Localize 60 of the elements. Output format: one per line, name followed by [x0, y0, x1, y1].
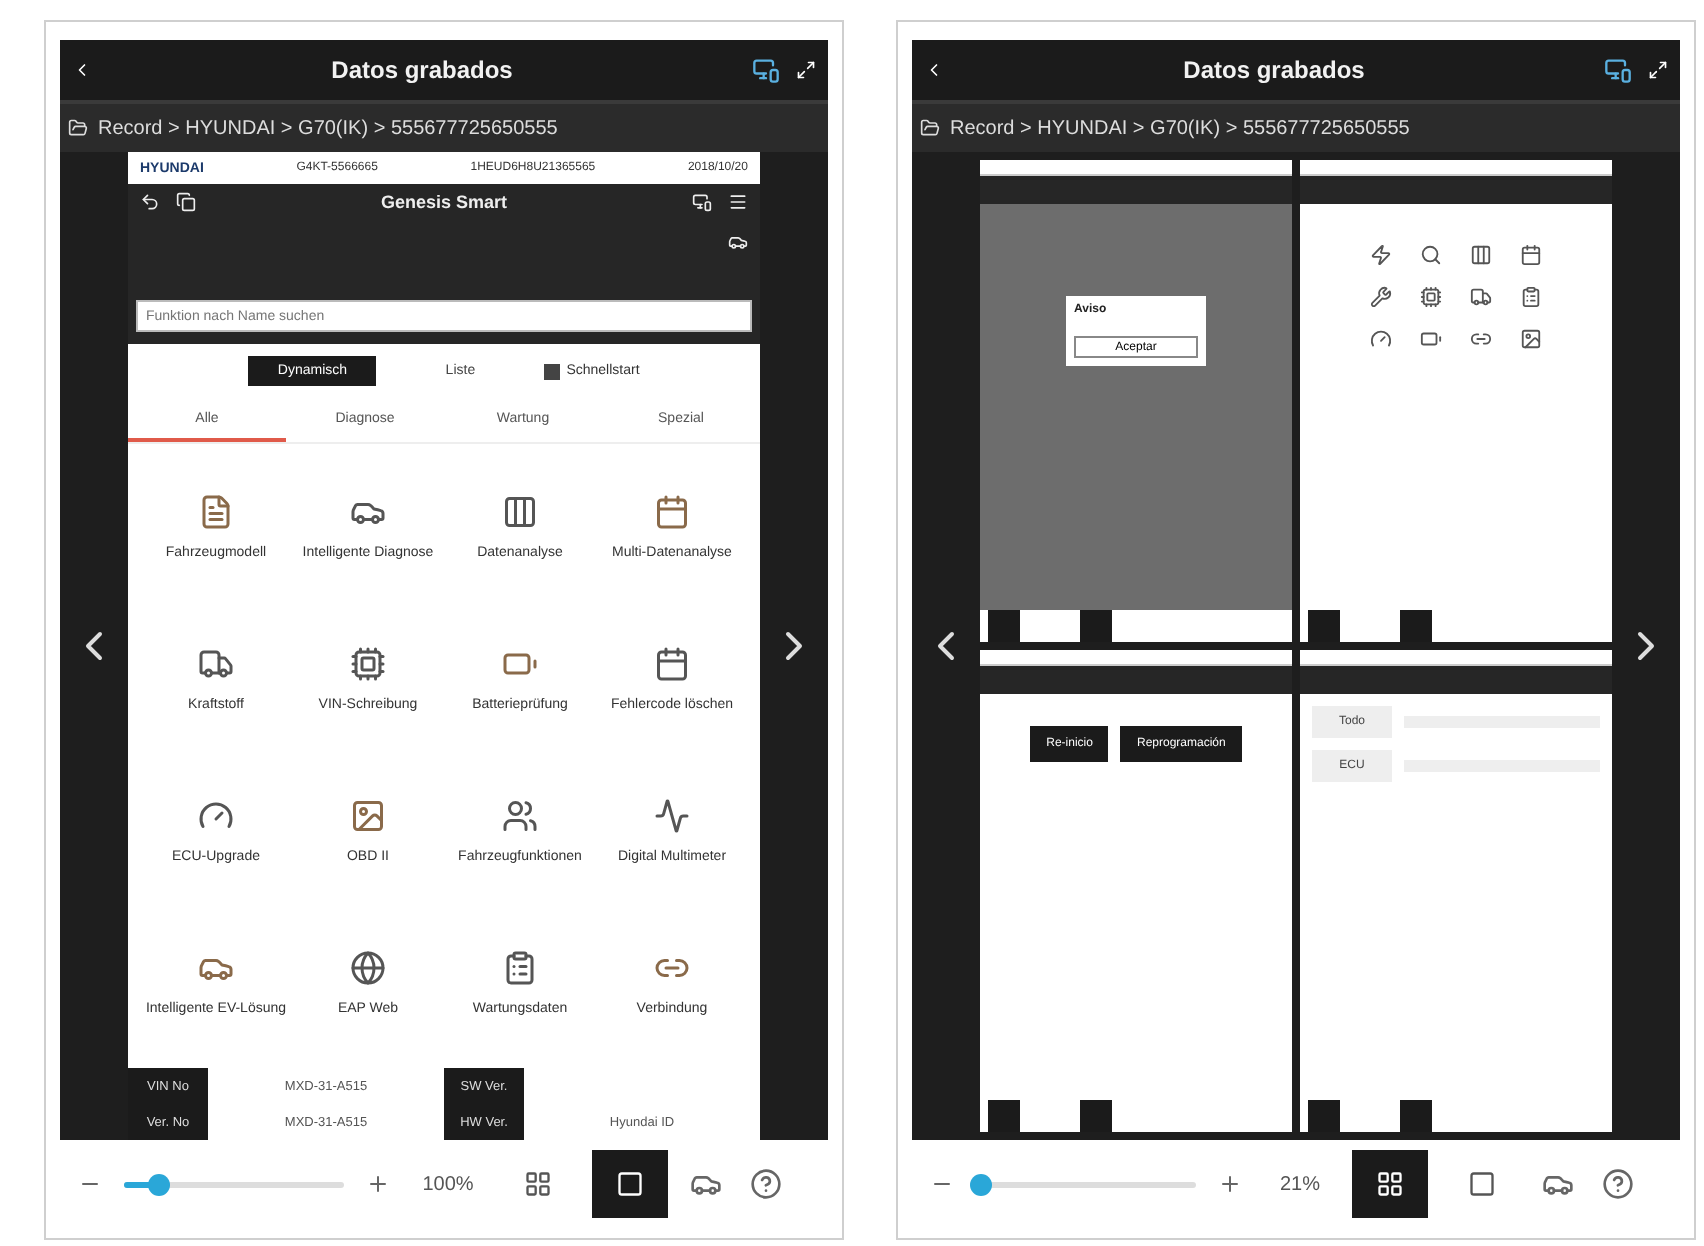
- app-title: Genesis Smart: [378, 192, 510, 212]
- function-icon: [654, 493, 690, 530]
- plus-icon: [1218, 1172, 1242, 1196]
- help-icon: [750, 1168, 782, 1200]
- function-icon[interactable]: [1470, 328, 1492, 350]
- help-icon: [1602, 1168, 1634, 1200]
- square-icon: [1468, 1170, 1496, 1198]
- info-label: [1308, 1100, 1340, 1132]
- function-icon: [350, 949, 386, 986]
- copy-icon[interactable]: [176, 192, 196, 212]
- function-icon[interactable]: [1520, 328, 1542, 350]
- info-label: [1080, 1100, 1112, 1132]
- function-icon: [654, 645, 690, 682]
- function-icon: [198, 797, 234, 834]
- info-label: [1308, 610, 1340, 642]
- function-icon[interactable]: [1370, 286, 1392, 308]
- function-icon: [502, 949, 538, 986]
- window-title: Datos grabados: [329, 56, 515, 84]
- info-label: [1400, 610, 1432, 642]
- breadcrumb-path: Record > HYUNDAI > G70(IK) > 555677725650555: [950, 117, 1410, 139]
- screen-icon[interactable]: [752, 56, 780, 84]
- grid-icon: [1376, 1170, 1404, 1198]
- car-icon[interactable]: [728, 232, 748, 252]
- function-icon: [198, 645, 234, 682]
- function-icon[interactable]: [1420, 286, 1442, 308]
- expand-icon[interactable]: [1648, 60, 1668, 80]
- window-title: Datos grabados: [1181, 56, 1367, 84]
- function-icon: [350, 645, 386, 682]
- function-icon: [502, 493, 538, 530]
- function-icon: [350, 797, 386, 834]
- grid-view-button[interactable]: [1352, 1150, 1428, 1218]
- menu-icon[interactable]: [728, 192, 748, 212]
- function-icon[interactable]: [1370, 328, 1392, 350]
- info-label: [988, 1100, 1020, 1132]
- folder-icon: [68, 118, 88, 138]
- square-icon: [616, 1170, 644, 1198]
- function-icon[interactable]: [1420, 328, 1442, 350]
- function-icon[interactable]: [1420, 244, 1442, 266]
- function-icon[interactable]: [1470, 244, 1492, 266]
- info-label: [1400, 1100, 1432, 1132]
- function-icon[interactable]: [1520, 286, 1542, 308]
- expand-icon[interactable]: [796, 60, 816, 80]
- function-icon: [654, 797, 690, 834]
- breadcrumb-path: Record > HYUNDAI > G70(IK) > 555677725650555: [98, 117, 558, 139]
- function-icon: [502, 797, 538, 834]
- undo-icon[interactable]: [140, 192, 160, 212]
- monitor-icon[interactable]: [692, 192, 712, 212]
- function-icon: [198, 493, 234, 530]
- zoom-level: 100%: [420, 1173, 476, 1195]
- single-view-button[interactable]: [592, 1150, 668, 1218]
- grid-icon: [524, 1170, 552, 1198]
- info-label: [988, 610, 1020, 642]
- function-icon[interactable]: [1370, 244, 1392, 266]
- plus-icon: [366, 1172, 390, 1196]
- screen-icon[interactable]: [1604, 56, 1632, 84]
- function-icon[interactable]: [1470, 286, 1492, 308]
- info-label: [1080, 610, 1112, 642]
- zoom-level: 21%: [1277, 1173, 1322, 1195]
- folder-icon: [920, 118, 940, 138]
- function-icon[interactable]: [1520, 244, 1542, 266]
